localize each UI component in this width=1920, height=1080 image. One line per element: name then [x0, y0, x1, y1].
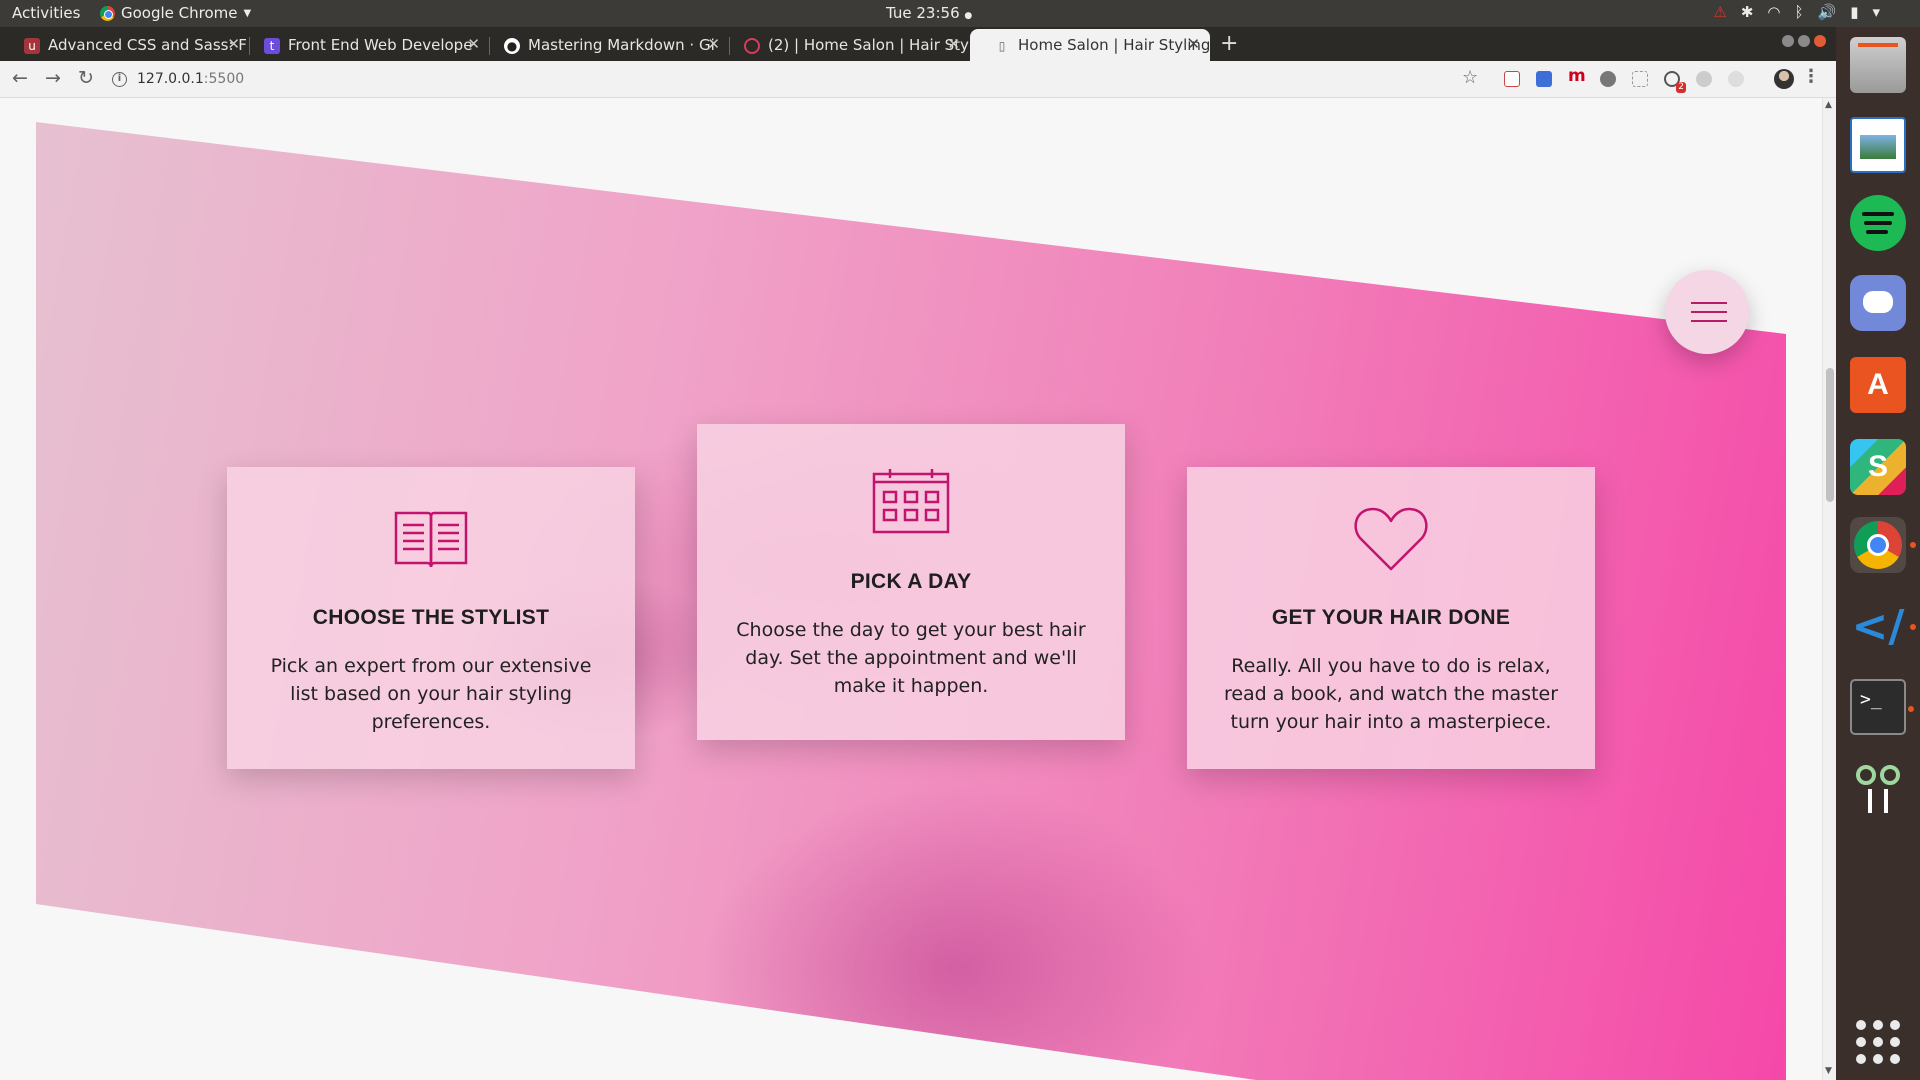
close-icon[interactable]: ✕ [707, 35, 720, 53]
close-icon[interactable]: ✕ [1187, 35, 1200, 53]
close-icon[interactable]: ✕ [947, 35, 960, 53]
vscode-icon[interactable]: </ [1850, 599, 1916, 655]
book-icon [394, 511, 468, 568]
tab-strip: u Advanced CSS and Sass: F ✕ t Front End… [0, 27, 1836, 61]
back-icon[interactable]: ← [12, 67, 28, 89]
ubuntu-dock: A S </ >_ [1836, 27, 1920, 1080]
app-menu-label: Google Chrome [121, 4, 238, 22]
scrollbar-thumb[interactable] [1826, 368, 1834, 502]
mendeley-extension-icon[interactable]: m [1568, 66, 1586, 86]
card-title: GET YOUR HAIR DONE [1271, 606, 1511, 629]
disabled-extension-icon-2[interactable] [1728, 71, 1744, 87]
power-menu-icon[interactable]: ▾ [1872, 3, 1880, 21]
profile-avatar-icon[interactable] [1774, 69, 1794, 89]
running-indicator [1908, 706, 1914, 712]
system-top-bar: Activities Google Chrome ▼ Tue 23:56 ● ⚠… [0, 0, 1920, 27]
scroll-up-icon[interactable]: ▲ [1825, 100, 1832, 110]
tracker-extension-icon[interactable]: 2 [1664, 71, 1686, 93]
wifi-icon[interactable]: ◠ [1767, 3, 1780, 21]
card-title: PICK A DAY [850, 570, 972, 593]
teamtreehouse-icon: t [264, 38, 280, 54]
warning-icon[interactable]: ⚠ [1713, 3, 1726, 21]
feature-card-hair-done: GET YOUR HAIR DONE Really. All you have … [1187, 467, 1595, 769]
extension-badge: 2 [1676, 82, 1686, 93]
battery-icon[interactable]: ▮ [1850, 3, 1858, 21]
chevron-down-icon: ▼ [243, 7, 252, 19]
udemy-icon: u [24, 38, 40, 54]
tab-mastering-markdown[interactable]: ● Mastering Markdown · Gi ✕ [480, 29, 730, 61]
dribbble-icon [744, 38, 760, 54]
code-extension-icon[interactable] [1536, 71, 1552, 87]
tab-front-end[interactable]: t Front End Web Develope ✕ [240, 29, 490, 61]
image-viewer-icon[interactable] [1850, 117, 1906, 173]
new-tab-button[interactable]: + [1220, 31, 1238, 56]
bluetooth-icon[interactable]: ᛒ [1795, 3, 1804, 21]
github-icon: ● [504, 38, 520, 54]
menu-line [1691, 320, 1727, 322]
calendar-icon [872, 469, 950, 534]
menu-line [1691, 302, 1727, 304]
feature-card-day: PICK A DAY Choose the day to get your be… [697, 424, 1125, 740]
card-text: Choose the day to get your best hair day… [736, 619, 1086, 697]
spotify-icon[interactable] [1850, 195, 1906, 251]
forward-icon[interactable]: → [45, 67, 61, 89]
tab-dribbble-home-salon[interactable]: (2) | Home Salon | Hair Sty ✕ [720, 29, 970, 61]
tab-title: Advanced CSS and Sass: F [48, 36, 247, 54]
owl-app-icon[interactable] [1850, 759, 1906, 815]
system-tray[interactable]: ⚠ ✱ ◠ ᛒ 🔊 ▮ ▾ [1713, 3, 1880, 21]
page-icon: ▯ [998, 39, 1006, 53]
activities-button[interactable]: Activities [12, 4, 80, 22]
volume-icon[interactable]: 🔊 [1818, 3, 1837, 21]
close-window-icon[interactable] [1814, 35, 1826, 47]
feature-card-stylist: CHOOSE THE STYLIST Pick an expert from o… [227, 467, 635, 769]
navigation-menu-button[interactable] [1665, 270, 1749, 354]
reload-icon[interactable]: ↻ [78, 67, 94, 89]
tab-title: Home Salon | Hair Styling [1018, 36, 1210, 54]
running-indicator [1910, 624, 1916, 630]
maximize-icon[interactable] [1798, 35, 1810, 47]
notification-dot-icon: ● [964, 11, 973, 21]
chrome-icon[interactable] [1850, 517, 1916, 573]
disabled-extension-icon[interactable] [1696, 71, 1712, 87]
terminal-icon[interactable]: >_ [1850, 679, 1914, 735]
close-icon[interactable]: ✕ [227, 35, 240, 53]
page-viewport: CHOOSE THE STYLIST Pick an expert from o… [0, 98, 1836, 1080]
running-indicator [1910, 542, 1916, 548]
clock[interactable]: Tue 23:56 ● [886, 4, 972, 22]
window-controls [1782, 35, 1826, 47]
slack-icon[interactable]: S [1850, 439, 1906, 495]
chrome-icon [100, 5, 115, 21]
bookmark-star-icon[interactable]: ☆ [1462, 67, 1478, 88]
scroll-down-icon[interactable]: ▼ [1825, 1066, 1832, 1076]
tab-title: Mastering Markdown · Gi [528, 36, 715, 54]
info-icon[interactable]: i [112, 71, 127, 87]
app-grid-icon[interactable] [1856, 1020, 1900, 1064]
browser-toolbar: ← → ↻ i 127.0.0.1:5500 ☆ m 2 ⋮ [0, 61, 1836, 98]
card-text: Pick an expert from our extensive list b… [270, 655, 592, 733]
files-icon[interactable] [1850, 37, 1906, 93]
discord-icon[interactable] [1850, 275, 1906, 331]
tab-home-salon-active[interactable]: ▯ Home Salon | Hair Styling ✕ [970, 29, 1210, 61]
menu-line [1691, 311, 1727, 313]
card-title: CHOOSE THE STYLIST [312, 606, 550, 629]
tab-advanced-css[interactable]: u Advanced CSS and Sass: F ✕ [0, 29, 250, 61]
settings-cog-icon[interactable]: ✱ [1741, 3, 1754, 21]
heart-icon [1354, 507, 1428, 571]
grid-extension-icon[interactable] [1632, 71, 1648, 87]
page-scrollbar[interactable]: ▲ ▼ [1822, 98, 1836, 1080]
chrome-menu-icon[interactable]: ⋮ [1802, 66, 1820, 87]
app-menu[interactable]: Google Chrome ▼ [100, 4, 251, 22]
tab-title: Front End Web Develope [288, 36, 473, 54]
calendar-extension-icon[interactable] [1504, 71, 1520, 87]
address-bar[interactable]: i 127.0.0.1:5500 [112, 65, 244, 93]
tab-title: (2) | Home Salon | Hair Sty [768, 36, 969, 54]
minimize-icon[interactable] [1782, 35, 1794, 47]
url-text[interactable]: 127.0.0.1:5500 [137, 71, 244, 87]
features-section: CHOOSE THE STYLIST Pick an expert from o… [36, 98, 1786, 1080]
card-text: Really. All you have to do is relax, rea… [1223, 655, 1559, 733]
close-icon[interactable]: ✕ [467, 35, 480, 53]
globe-extension-icon[interactable] [1600, 71, 1616, 87]
software-center-icon[interactable]: A [1850, 357, 1906, 413]
